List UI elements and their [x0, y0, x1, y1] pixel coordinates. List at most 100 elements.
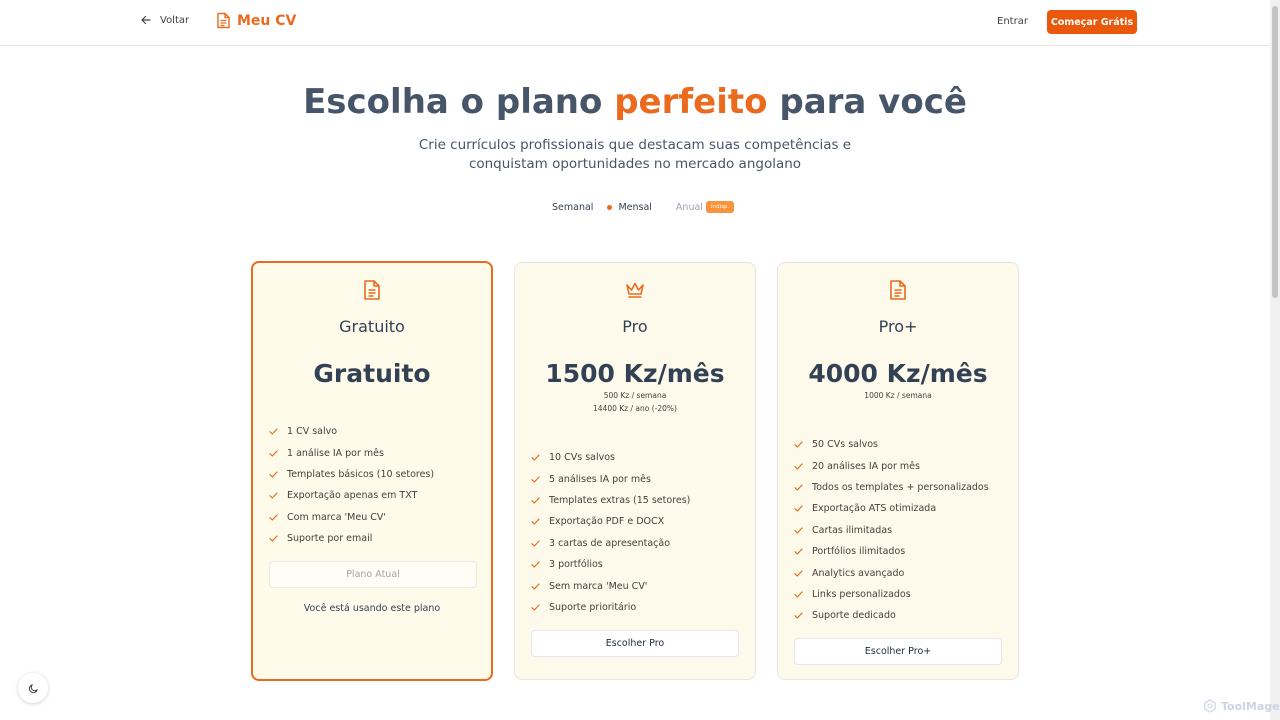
feature-text: 1 CV salvo: [287, 426, 338, 438]
feature-text: 3 cartas de apresentação: [549, 537, 671, 549]
title-end: para você: [767, 82, 967, 122]
check-icon: [269, 492, 278, 499]
feature-text: Cartas ilimitadas: [812, 524, 893, 536]
feature-item: Analytics avançado: [794, 562, 989, 583]
start-free-button[interactable]: Começar Grátis: [1047, 10, 1137, 34]
scrollbar-thumb[interactable]: [1272, 6, 1278, 298]
feature-text: 10 CVs salvos: [549, 452, 616, 464]
feature-text: Exportação PDF e DOCX: [549, 516, 665, 528]
feature-item: Exportação PDF e DOCX: [531, 511, 690, 532]
choose-pro-button[interactable]: Escolher Pro: [531, 630, 739, 657]
feature-text: Portfólios ilimitados: [812, 546, 906, 558]
title-highlight: perfeito: [614, 82, 768, 122]
feature-item: Links personalizados: [794, 584, 989, 605]
billing-option-monthly[interactable]: Mensal: [607, 199, 652, 215]
billing-option-label: Mensal: [618, 201, 652, 213]
check-icon: [531, 604, 540, 611]
document-icon: [890, 280, 906, 300]
selected-dot-icon: [607, 204, 613, 210]
feature-text: 50 CVs salvos: [812, 439, 879, 451]
feature-text: Exportação apenas em TXT: [287, 490, 418, 502]
feature-item: 3 cartas de apresentação: [531, 533, 690, 554]
plan-price: Gratuito: [313, 359, 431, 388]
plan-icon-wrap: [778, 279, 1018, 301]
check-icon: [531, 454, 540, 461]
feature-item: Suporte prioritário: [531, 597, 690, 618]
subtitle-line: conquistam oportunidades no mercado ango…: [468, 156, 802, 172]
check-icon: [794, 612, 803, 619]
billing-option-weekly[interactable]: Semanal: [552, 199, 593, 215]
check-icon: [269, 535, 278, 542]
feature-text: Sem marca 'Meu CV': [549, 580, 648, 592]
check-icon: [794, 484, 803, 491]
feature-item: 1 CV salvo: [269, 421, 434, 442]
feature-text: 20 análises IA por mês: [812, 460, 920, 472]
back-label: Voltar: [160, 14, 190, 26]
feature-text: Suporte dedicado: [812, 610, 896, 622]
page-title: Escolha o plano perfeito para você: [0, 82, 1270, 122]
feature-text: Analytics avançado: [812, 567, 905, 579]
feature-list: 10 CVs salvos 5 análises IA por mês Temp…: [531, 447, 690, 618]
plan-name: Gratuito: [339, 317, 405, 336]
feature-item: 20 análises IA por mês: [794, 455, 989, 476]
theme-toggle-button[interactable]: [18, 673, 48, 703]
plan-price: 1500 Kz/mês: [545, 359, 725, 388]
feature-text: Links personalizados: [812, 588, 911, 600]
crown-icon: [626, 282, 644, 298]
unavailable-badge: Indisp.: [705, 201, 735, 213]
back-link[interactable]: Voltar: [140, 14, 189, 26]
feature-item: Templates extras (15 setores): [531, 490, 690, 511]
watermark: ToolMage: [1203, 699, 1280, 713]
check-icon: [531, 475, 540, 483]
title-start: Escolha o plano: [303, 82, 615, 122]
subtitle-line: Crie currículos profissionais que destac…: [418, 137, 852, 153]
moon-icon: [28, 683, 38, 693]
check-icon: [531, 540, 540, 547]
check-icon: [794, 441, 803, 448]
feature-item: 3 portfólios: [531, 554, 690, 575]
feature-item: Sem marca 'Meu CV': [531, 575, 690, 596]
plan-icon-wrap: [515, 279, 755, 301]
feature-text: Suporte por email: [287, 533, 373, 545]
feature-text: 1 análise IA por mês: [287, 447, 384, 459]
billing-period-toggle: Semanal Mensal Anual Indisp.: [546, 199, 735, 215]
check-icon: [794, 505, 803, 512]
current-plan-button[interactable]: Plano Atual: [269, 561, 477, 588]
check-icon: [531, 561, 540, 568]
choose-pro-plus-button[interactable]: Escolher Pro+: [794, 638, 1002, 665]
current-plan-note: Você está usando este plano: [303, 603, 441, 614]
feature-text: Suporte prioritário: [549, 601, 637, 613]
check-icon: [269, 471, 278, 478]
feature-text: Templates extras (15 setores): [549, 494, 691, 506]
feature-text: Todos os templates + personalizados: [812, 481, 989, 493]
brand-logo[interactable]: Meu CV: [216, 12, 296, 29]
check-icon: [269, 449, 278, 457]
plan-price: 4000 Kz/mês: [808, 359, 988, 388]
plan-name: Pro: [622, 317, 648, 336]
plan-card-pro: Pro 1500 Kz/mês 500 Kz / semana 14400 Kz…: [514, 262, 756, 680]
feature-item: Templates básicos (10 setores): [269, 464, 434, 485]
check-icon: [531, 518, 540, 525]
page-scrollbar[interactable]: [1270, 0, 1280, 720]
document-icon: [217, 12, 230, 29]
plan-name: Pro+: [878, 317, 918, 336]
check-icon: [269, 514, 278, 521]
check-icon: [794, 462, 803, 470]
page-subtitle: Crie currículos profissionais que destac…: [0, 136, 1270, 174]
feature-text: Com marca 'Meu CV': [287, 511, 386, 523]
feature-item: Todos os templates + personalizados: [794, 477, 989, 498]
feature-item: Suporte por email: [269, 528, 434, 549]
feature-text: Templates básicos (10 setores): [287, 468, 435, 480]
price-yearly: 14400 Kz / ano (-20%): [593, 404, 677, 413]
feature-item: 1 análise IA por mês: [269, 442, 434, 463]
plan-card-free: Gratuito Gratuito 1 CV salvo 1 análise I…: [251, 261, 493, 681]
feature-item: Portfólios ilimitados: [794, 541, 989, 562]
feature-item: Com marca 'Meu CV': [269, 507, 434, 528]
feature-item: Exportação ATS otimizada: [794, 498, 989, 519]
feature-text: 3 portfólios: [549, 559, 603, 571]
feature-item: Suporte dedicado: [794, 605, 989, 626]
check-icon: [269, 428, 278, 435]
login-link[interactable]: Entrar: [997, 16, 1028, 27]
price-weekly: 500 Kz / semana: [603, 391, 667, 400]
billing-option-yearly[interactable]: Anual Indisp.: [676, 199, 735, 215]
